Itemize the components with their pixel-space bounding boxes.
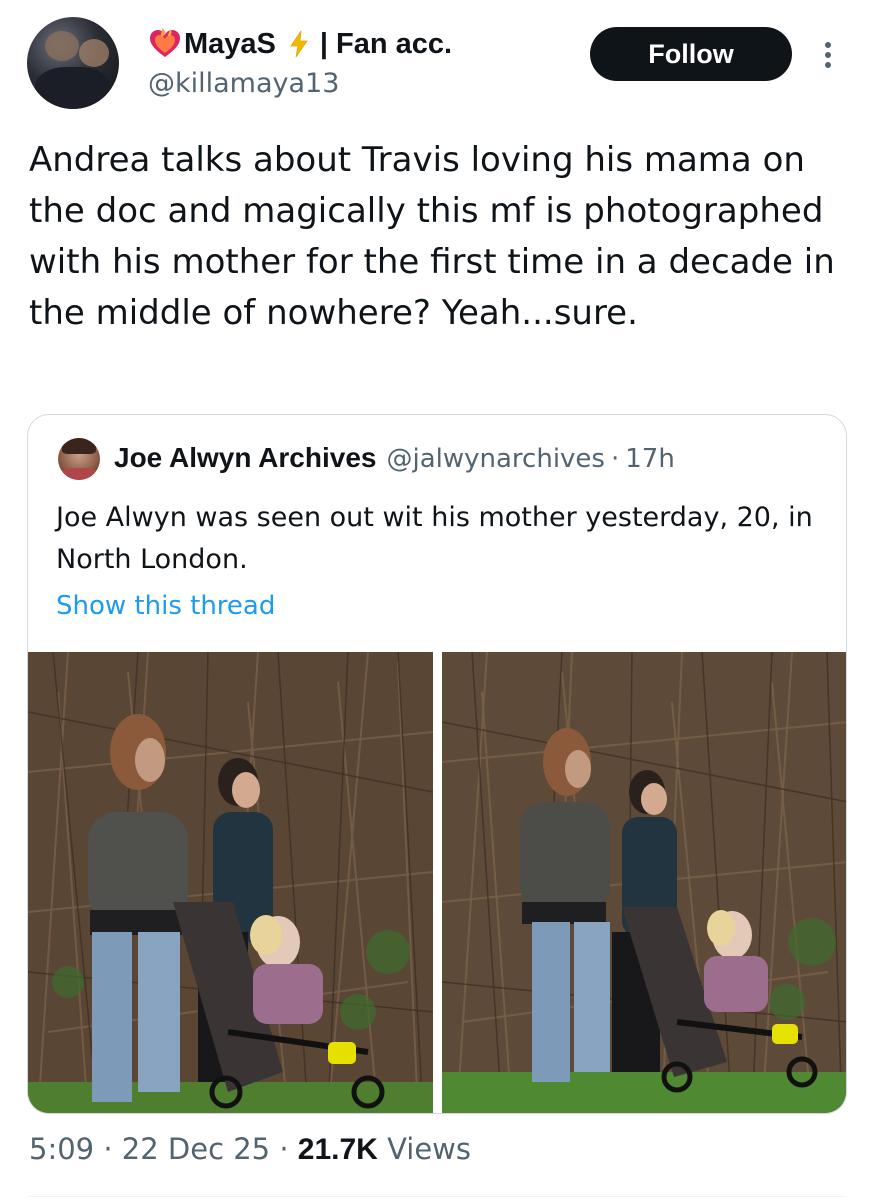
photo-image — [28, 652, 433, 1113]
tweet-time[interactable]: 5:09 — [29, 1132, 94, 1166]
flaming-heart-icon — [150, 28, 180, 57]
quoted-author-name[interactable]: Joe Alwyn Archives — [114, 442, 376, 474]
quoted-tweet-card[interactable]: Joe Alwyn Archives @jalwynarchives · 17h… — [27, 414, 847, 1114]
quoted-author-handle[interactable]: @jalwynarchives — [386, 444, 605, 474]
more-vertical-icon[interactable] — [816, 38, 840, 72]
quoted-author-avatar[interactable] — [58, 438, 100, 480]
author-name-suffix: | Fan acc. — [319, 27, 453, 60]
author-name-row[interactable]: MayaS | Fan acc. — [148, 24, 452, 64]
quoted-author-meta: Joe Alwyn Archives @jalwynarchives · 17h — [114, 442, 675, 474]
tweet-meta: 5:09 · 22 Dec 25 · 21.7K Views — [29, 1132, 471, 1167]
avatar-hair — [62, 438, 96, 454]
views-count[interactable]: 21.7K — [298, 1133, 378, 1167]
quoted-photo-2[interactable] — [442, 652, 846, 1113]
views-label: Views — [377, 1132, 472, 1166]
avatar-figure — [35, 67, 111, 109]
quoted-timestamp[interactable]: 17h — [625, 444, 675, 474]
avatar-face — [45, 31, 79, 61]
lightning-icon — [290, 30, 308, 58]
author-avatar[interactable] — [27, 17, 119, 109]
meta-separator: · — [270, 1132, 298, 1166]
quoted-tweet-text: Joe Alwyn was seen out wit his mother ye… — [56, 502, 813, 575]
follow-button[interactable]: Follow — [590, 27, 792, 81]
quoted-photo-1[interactable] — [28, 652, 433, 1113]
meta-separator: · — [94, 1132, 122, 1166]
tweet-date[interactable]: 22 Dec 25 — [122, 1132, 270, 1166]
photo-image — [442, 652, 846, 1113]
avatar-shirt — [60, 468, 98, 480]
author-handle[interactable]: @killamaya13 — [148, 68, 339, 99]
avatar-face — [79, 39, 109, 67]
meta-separator: · — [610, 444, 620, 474]
divider — [29, 1196, 845, 1197]
show-thread-link[interactable]: Show this thread — [56, 591, 275, 621]
tweet-text: Andrea talks about Travis loving his mam… — [29, 140, 835, 333]
author-display-name[interactable]: MayaS — [184, 28, 276, 61]
